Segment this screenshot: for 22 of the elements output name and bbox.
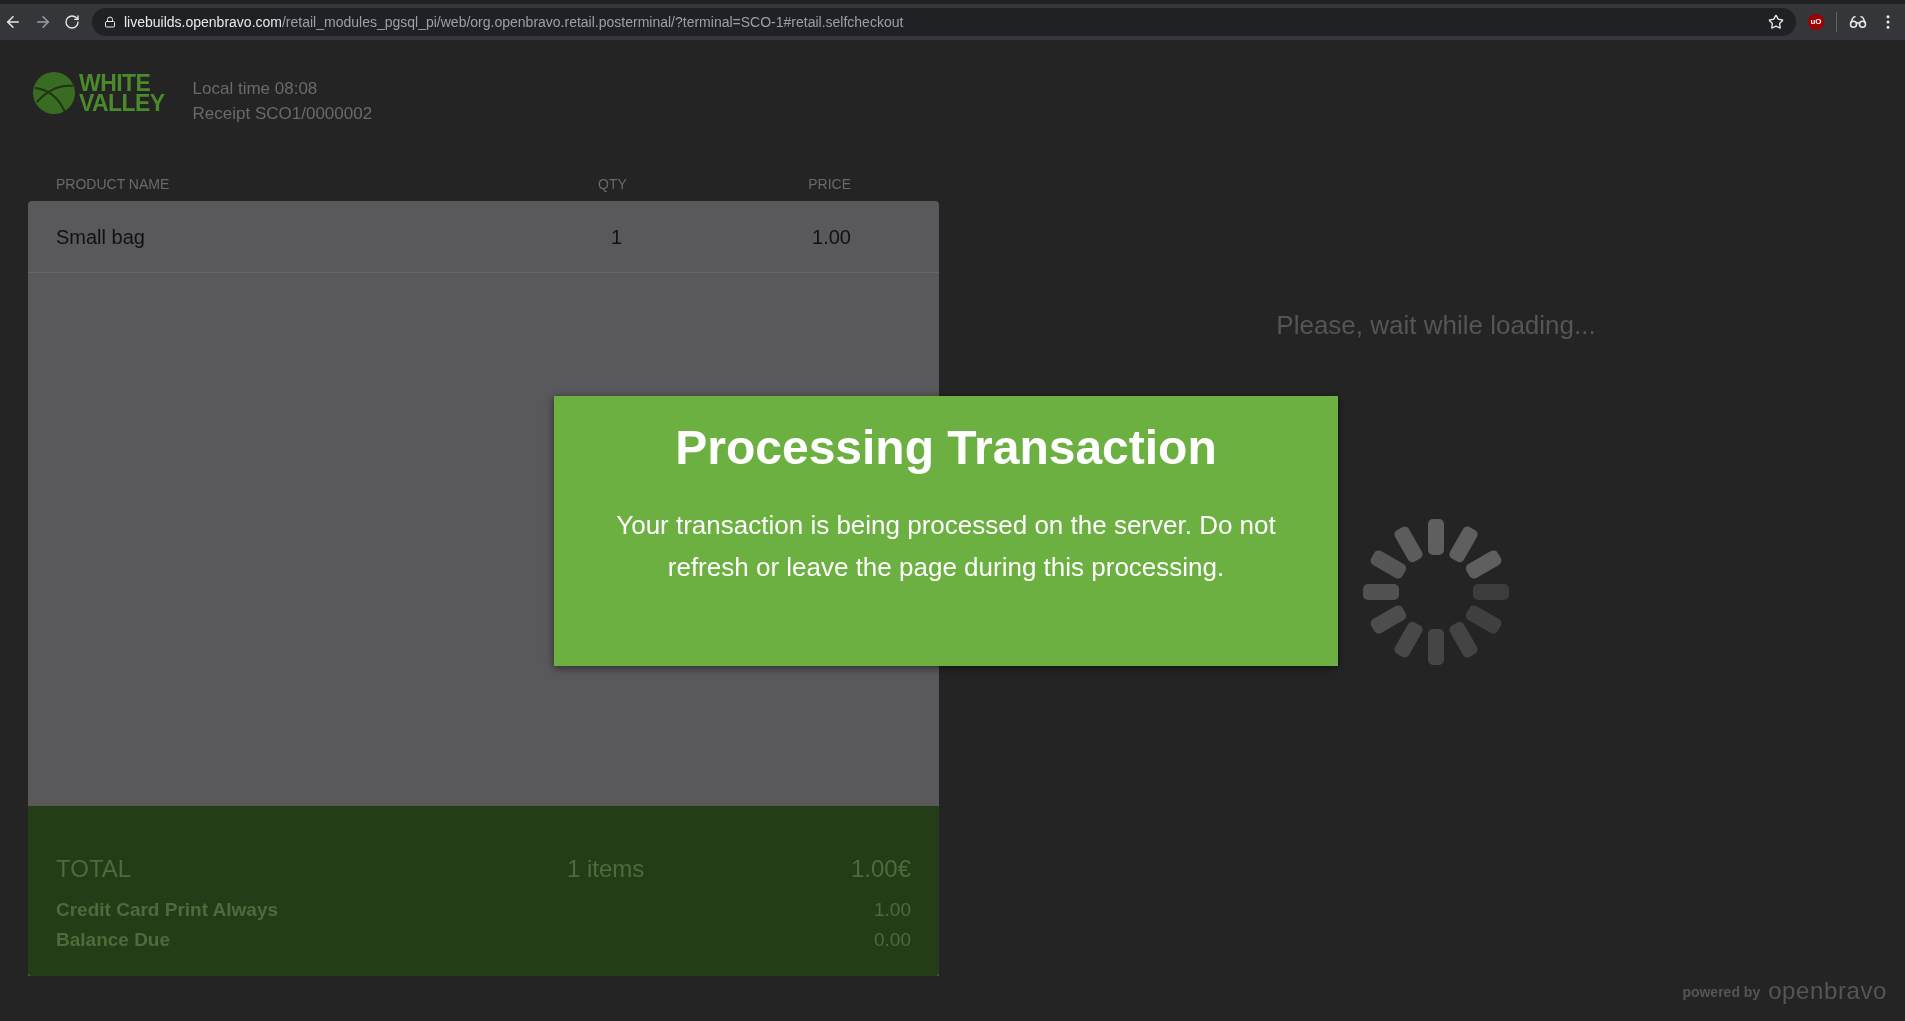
dialog-title: Processing Transaction bbox=[675, 420, 1217, 476]
logo-text: WHITE bbox=[79, 73, 151, 93]
bookmark-star-icon[interactable] bbox=[1768, 14, 1784, 30]
logo-globe-icon bbox=[33, 72, 75, 114]
column-header: PRODUCT NAME bbox=[56, 175, 171, 194]
dialog-message: Your transaction is being processed on the server. Do not refresh or leave the page during this processing. bbox=[615, 509, 1277, 584]
address-bar[interactable]: livebuilds.openbravo.com/retail_modules_pgsql_pi/web/org.openbravo.retail.posterminal/?terminal=SCO-1#retail.selfcheckout bbox=[92, 8, 1796, 36]
product-name: Small bag bbox=[56, 224, 146, 250]
url-text: livebuilds.openbravo.com/retail_modules_pgsql_pi/web/org.openbravo.retail.posterminal/?terminal=SCO-1#retail.selfcheckout bbox=[124, 12, 904, 32]
quantity: 1 bbox=[610, 224, 623, 250]
reload-icon[interactable] bbox=[64, 14, 80, 30]
receipt-number: Receipt SCO1/0000002 bbox=[192, 103, 373, 125]
extension-badge[interactable]: uO bbox=[1808, 14, 1824, 30]
forward-icon[interactable] bbox=[34, 13, 52, 31]
local-time: Local time 08:08 bbox=[192, 78, 319, 100]
loading-spinner-icon bbox=[1361, 517, 1511, 667]
column-header: QTY bbox=[598, 175, 627, 194]
back-icon[interactable] bbox=[4, 13, 22, 31]
column-header: PRICE bbox=[808, 175, 852, 194]
price: 1.00 bbox=[812, 224, 852, 250]
logo-text: VALLEY bbox=[79, 93, 165, 113]
lock-icon bbox=[104, 16, 116, 28]
